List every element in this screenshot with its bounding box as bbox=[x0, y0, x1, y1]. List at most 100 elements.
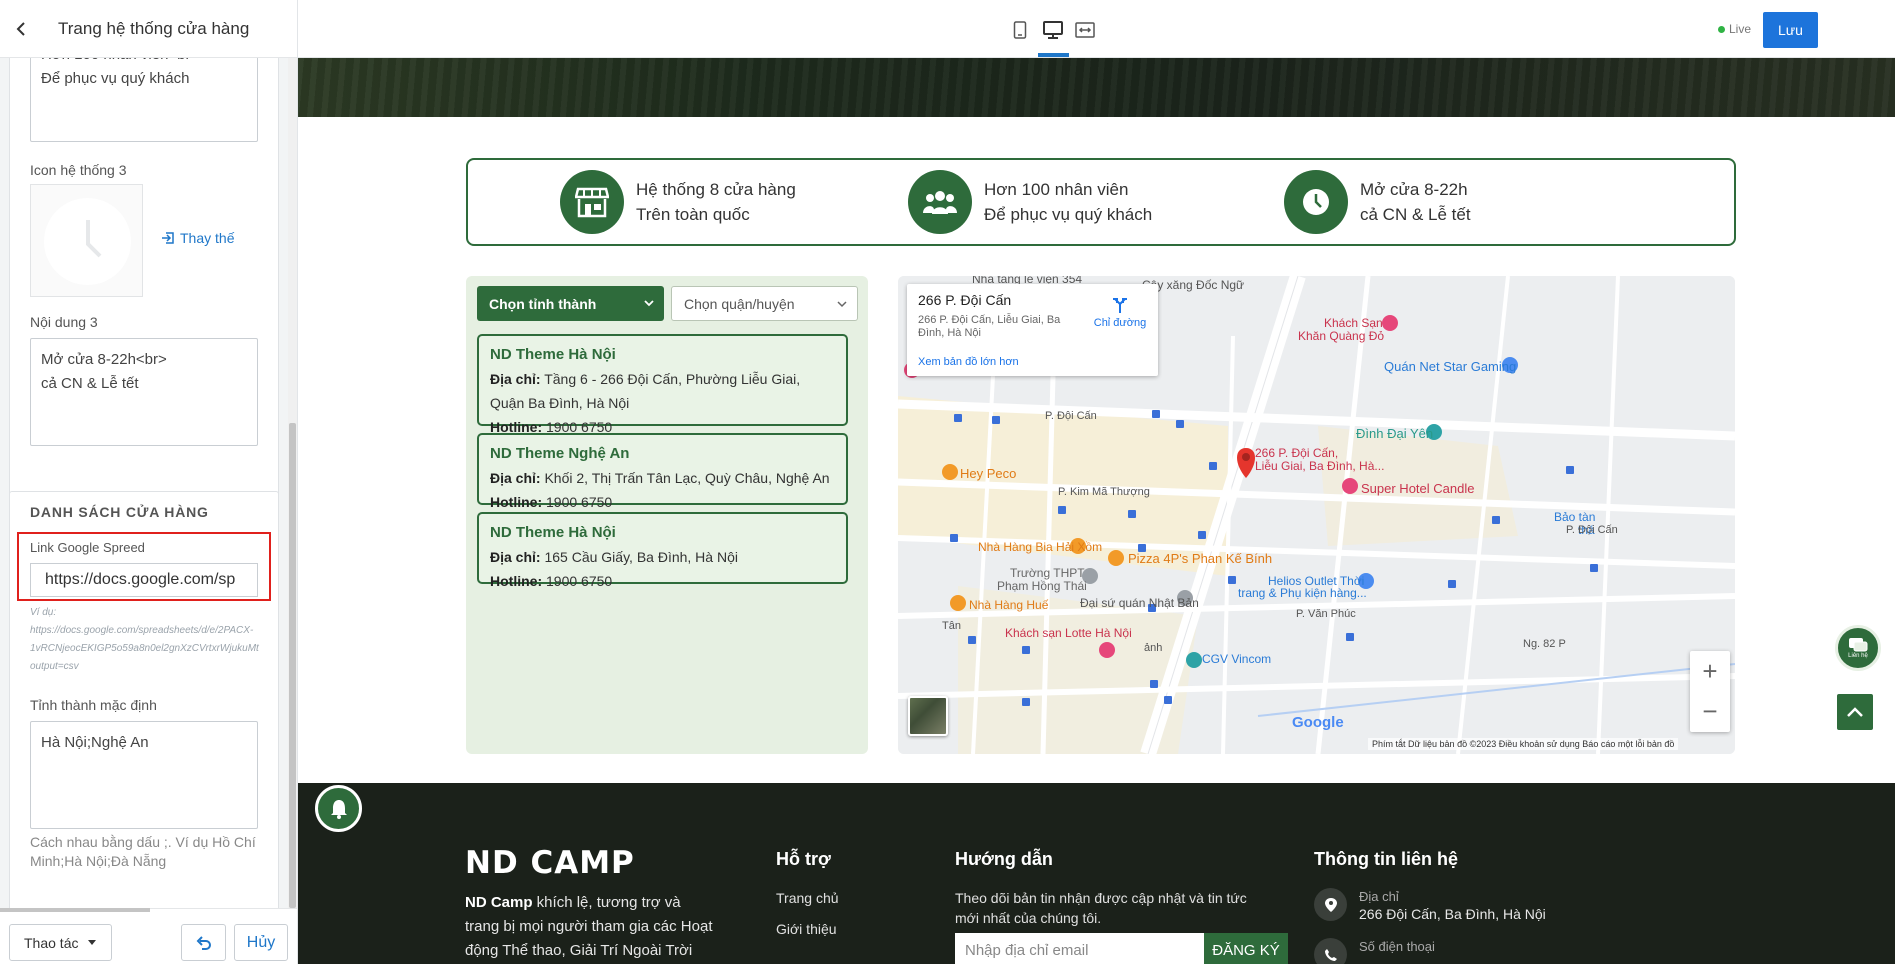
default-city-label: Tỉnh thành mặc định bbox=[30, 697, 157, 713]
hero-banner-image bbox=[298, 58, 1895, 117]
map-label: trang & Phụ kiện hàng... bbox=[1238, 586, 1367, 600]
zoom-in-button[interactable]: + bbox=[1690, 651, 1730, 691]
back-icon[interactable] bbox=[12, 19, 32, 39]
store-list-panel: Chọn tỉnh thành Chọn quận/huyện ND Theme… bbox=[466, 276, 868, 754]
larger-map-link[interactable]: Xem bản đồ lớn hơn bbox=[918, 356, 1019, 368]
feature-item: Hơn 100 nhân viên Để phục vụ quý khách bbox=[908, 170, 1152, 234]
sheet-link-label: Link Google Spreed bbox=[30, 540, 145, 555]
map-footer: Phím tắt Dữ liệu bản đồ ©2023 Điều khoản… bbox=[1368, 738, 1679, 750]
phone-icon bbox=[1314, 938, 1347, 964]
store-card[interactable]: ND Theme Nghệ An Địa chỉ: Khối 2, Thị Tr… bbox=[477, 433, 848, 510]
fullwidth-view-button[interactable] bbox=[1074, 19, 1096, 41]
pin-label: Liễu Giai, Ba Đình, Hà... bbox=[1255, 459, 1385, 473]
bell-icon[interactable] bbox=[315, 785, 362, 832]
replace-icon bbox=[162, 232, 174, 244]
action-dropdown[interactable]: Thao tác bbox=[9, 924, 112, 961]
footer-link[interactable]: Trang chủ bbox=[776, 890, 839, 906]
live-status: Live bbox=[1718, 22, 1751, 36]
scrollbar-thumb[interactable] bbox=[289, 423, 296, 908]
default-city-textarea[interactable]: Hà Nội;Nghệ An bbox=[30, 721, 258, 829]
signup-button[interactable]: ĐĂNG KÝ bbox=[1204, 933, 1288, 964]
feature-item: Hệ thống 8 cửa hàng Trên toàn quốc bbox=[560, 170, 796, 234]
chat-contact-button[interactable]: Liên hệ bbox=[1835, 625, 1881, 671]
clock-icon bbox=[1284, 170, 1348, 234]
guide-text: Theo dõi bản tin nhận được cập nhật và t… bbox=[955, 890, 1247, 926]
map-label: Quán Net Star Gaming bbox=[1384, 359, 1517, 374]
footer-link[interactable]: Giới thiệu bbox=[776, 921, 837, 937]
map-label: Phạm Hồng Thái bbox=[997, 579, 1087, 593]
chevron-up-icon bbox=[1847, 707, 1863, 717]
site-footer: ND CAMP ND Camp khích lệ, tương trợ và t… bbox=[298, 783, 1895, 964]
address-value: 266 Đội Cấn, Ba Đình, Hà Nội bbox=[1359, 906, 1546, 922]
sidebar-header: Trang hệ thống cửa hàng bbox=[0, 0, 297, 58]
district-select[interactable]: Chọn quận/huyện bbox=[671, 286, 858, 321]
satellite-toggle[interactable] bbox=[908, 696, 948, 736]
map-label: Ng. 82 P bbox=[1523, 638, 1566, 650]
guide-title: Hướng dẫn bbox=[955, 849, 1053, 869]
newsletter-email-input[interactable]: Nhập địa chỉ email bbox=[955, 933, 1204, 964]
icon-3-preview bbox=[30, 184, 143, 297]
store-hotline: 1900 6750 bbox=[546, 573, 613, 589]
directions-button[interactable]: Chỉ đường bbox=[1089, 296, 1151, 329]
map-label: P. Đội Cấn bbox=[1566, 524, 1618, 536]
undo-button[interactable] bbox=[181, 924, 226, 961]
store-hotline: 1900 6750 bbox=[546, 494, 613, 510]
map-label: Khách Sạn bbox=[1324, 316, 1383, 330]
chat-label: Liên hệ bbox=[1848, 653, 1868, 659]
store-card[interactable]: ND Theme Hà Nội Địa chỉ: 165 Cầu Giấy, B… bbox=[477, 512, 848, 589]
map-label: Tân bbox=[942, 620, 961, 632]
store-name: ND Theme Hà Nội bbox=[490, 524, 616, 541]
feature-strip: Hệ thống 8 cửa hàng Trên toàn quốc Hơn 10… bbox=[466, 158, 1736, 246]
content-2-textarea[interactable]: Hơn 100 nhân viên<br> Để phục vụ quý khá… bbox=[30, 58, 258, 142]
horizontal-scrollbar[interactable] bbox=[0, 908, 150, 912]
content-3-textarea[interactable]: Mở cửa 8-22h<br> cả CN & Lễ tết bbox=[30, 338, 258, 446]
map-label: Pizza 4P's Phan Kế Bính bbox=[1128, 551, 1273, 566]
map-label: Nhà Hàng Huế bbox=[969, 598, 1049, 612]
fullwidth-icon bbox=[1075, 22, 1095, 38]
sheet-link-input[interactable]: https://docs.google.com/sp bbox=[30, 563, 258, 597]
map-label: CGV Vincom bbox=[1202, 652, 1272, 666]
map-info-card: 266 P. Đội Cấn 266 P. Đội Cấn, Liễu Giai… bbox=[907, 284, 1158, 376]
store-list-title: DANH SÁCH CỬA HÀNG bbox=[30, 504, 209, 520]
mobile-view-button[interactable] bbox=[1009, 19, 1031, 41]
zoom-controls: + − bbox=[1690, 651, 1730, 732]
save-button[interactable]: Lưu bbox=[1763, 12, 1818, 48]
action-label: Thao tác bbox=[24, 934, 79, 951]
store-card[interactable]: ND Theme Hà Nội Địa chỉ: Tầng 6 - 266 Độ… bbox=[477, 334, 848, 435]
sidebar-scrollbar[interactable] bbox=[288, 58, 297, 908]
about-brand: ND Camp bbox=[465, 894, 533, 911]
chevron-down-icon bbox=[644, 300, 654, 307]
store-name: ND Theme Hà Nội bbox=[490, 346, 616, 363]
desktop-view-button[interactable] bbox=[1042, 19, 1064, 41]
mobile-icon bbox=[1013, 21, 1027, 39]
editor-topbar: Live Lưu bbox=[298, 0, 1895, 58]
back-to-top-button[interactable] bbox=[1835, 692, 1875, 732]
location-icon bbox=[1314, 888, 1347, 921]
map-label: Bảo tàn bbox=[1554, 510, 1596, 524]
icon-3-label: Icon hệ thống 3 bbox=[30, 162, 127, 178]
example-line: output=csv bbox=[30, 661, 79, 672]
chevron-down-icon bbox=[837, 301, 847, 308]
map-label: P. Đội Cấn bbox=[1045, 410, 1097, 422]
map-label: Nhà Hàng Bia Hải Xồm bbox=[978, 540, 1103, 554]
map-card-address: 266 P. Đội Cấn, Liễu Giai, Ba Đình, Hà N… bbox=[918, 314, 1061, 339]
replace-icon-button[interactable]: Thay thế bbox=[160, 230, 234, 246]
map-label: Hey Peco bbox=[960, 466, 1017, 481]
example-line: https://docs.google.com/spreadsheets/d/e… bbox=[30, 625, 254, 636]
store-name: ND Theme Nghệ An bbox=[490, 445, 630, 462]
undo-icon bbox=[196, 935, 211, 950]
settings-sidebar: Trang hệ thống cửa hàng Hơn 100 nhân viê… bbox=[0, 0, 298, 964]
cancel-button[interactable]: Hủy bbox=[234, 924, 288, 961]
feature-title: Hệ thống 8 cửa hàng bbox=[636, 180, 796, 199]
map-label: P. Văn Phúc bbox=[1296, 608, 1356, 620]
footer-about: ND Camp khích lệ, tương trợ và trang bị … bbox=[465, 891, 715, 964]
feature-subtitle: cả CN & Lễ tết bbox=[1360, 205, 1471, 224]
replace-label: Thay thế bbox=[180, 230, 235, 246]
city-select[interactable]: Chọn tỉnh thành bbox=[477, 286, 664, 321]
google-logo: Google bbox=[1292, 714, 1344, 731]
zoom-out-button[interactable]: − bbox=[1690, 691, 1730, 731]
hotline-label: Hotline: bbox=[490, 573, 543, 589]
google-map[interactable]: Nhà tang lễ viện 354 Cây xăng Đốc Ngữ Kh… bbox=[898, 276, 1735, 754]
map-label: Đình Đại Yên bbox=[1356, 426, 1434, 441]
city-select-label: Chọn tỉnh thành bbox=[489, 295, 597, 312]
